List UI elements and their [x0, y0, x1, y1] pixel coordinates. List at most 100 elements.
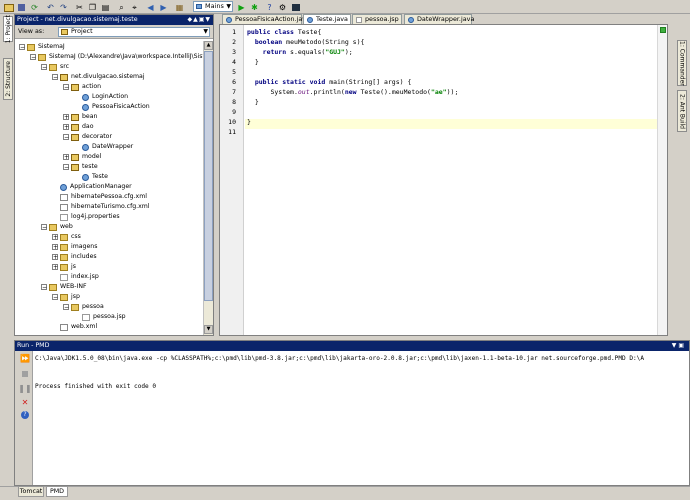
leaf-spacer: [52, 274, 58, 280]
tab-datewrapper[interactable]: DateWrapper.java: [404, 14, 474, 24]
expand-icon[interactable]: +: [63, 154, 69, 161]
tab-pessoa-jsp[interactable]: pessoa.jsp: [352, 14, 402, 24]
scroll-thumb[interactable]: [204, 51, 213, 301]
forward-icon[interactable]: ▶: [158, 2, 169, 13]
vtab-commander[interactable]: 1: Commander: [677, 40, 687, 86]
vtab-structure[interactable]: 2: Structure: [3, 58, 13, 100]
collapse-icon[interactable]: −: [41, 284, 47, 291]
tree-item[interactable]: − teste: [63, 162, 98, 172]
expand-icon[interactable]: +: [52, 234, 58, 241]
settings-icon[interactable]: ⚙: [277, 2, 288, 13]
tree-item[interactable]: − src: [41, 62, 69, 72]
collapse-icon[interactable]: −: [63, 84, 69, 91]
tree-item[interactable]: − WEB-INF: [41, 282, 87, 292]
tree-item[interactable]: − net.divulgacao.sistemaj: [52, 72, 145, 82]
tree-item[interactable]: log4j.properties: [52, 212, 120, 222]
collapse-icon[interactable]: −: [41, 224, 47, 231]
run-icon[interactable]: ▶: [236, 2, 247, 13]
tree-item[interactable]: hibernateTurismo.cfg.xml: [52, 202, 150, 212]
view-as-label: View as:: [18, 28, 45, 35]
project-panel-title: Project - net.divulgacao.sistemaj.teste: [17, 16, 138, 23]
collapse-icon[interactable]: −: [63, 164, 69, 171]
scroll-down-icon[interactable]: ▼: [204, 325, 213, 334]
tree-item[interactable]: DateWrapper: [74, 142, 133, 152]
console-output[interactable]: C:\Java\JDK1.5.0_08\bin\java.exe -cp %CL…: [34, 351, 689, 485]
line-number: 1: [232, 28, 236, 36]
tab-pessoafisicaaction[interactable]: PessoaFisicaAction.java: [222, 14, 310, 24]
back-icon[interactable]: ◀: [145, 2, 156, 13]
tree-item[interactable]: ApplicationManager: [52, 182, 132, 192]
pause-icon[interactable]: ❚❚: [18, 383, 31, 393]
tree-item[interactable]: + includes: [52, 252, 97, 262]
tree-item[interactable]: − decorator: [63, 132, 112, 142]
cut-icon[interactable]: ✂: [74, 2, 85, 13]
open-icon[interactable]: [3, 2, 14, 13]
tree-item[interactable]: + imagens: [52, 242, 97, 252]
tree-item[interactable]: − jsp: [52, 292, 80, 302]
tree-item[interactable]: + js: [52, 262, 76, 272]
tree-item[interactable]: − pessoa: [63, 302, 104, 312]
error-stripe: [657, 25, 667, 335]
collapse-icon[interactable]: −: [19, 44, 25, 51]
expand-icon[interactable]: +: [52, 264, 58, 271]
vtab-ant-build[interactable]: 2: Ant Build: [677, 90, 687, 132]
expand-icon[interactable]: +: [52, 244, 58, 251]
save-icon[interactable]: [16, 2, 27, 13]
scroll-up-icon[interactable]: ▲: [204, 41, 213, 50]
collapse-icon[interactable]: −: [52, 294, 58, 301]
tree-item-label: js: [71, 263, 76, 270]
tree-item[interactable]: web.xml: [52, 322, 97, 332]
refresh-icon[interactable]: ⟳: [29, 2, 40, 13]
redo-icon[interactable]: ↷: [58, 2, 69, 13]
tab-teste[interactable]: Teste.java: [303, 14, 351, 24]
chevron-down-icon: ▼: [226, 3, 231, 10]
view-as-select[interactable]: Project ▼: [58, 27, 210, 37]
copy-icon[interactable]: ❐: [87, 2, 98, 13]
collapse-icon[interactable]: −: [52, 74, 58, 81]
tree-item[interactable]: LoginAction: [74, 92, 128, 102]
code-editor[interactable]: 1 2 3 4 5 6 7 8 9 10 11 public class Teste{ boolea…: [219, 24, 668, 336]
make-icon[interactable]: ▦: [174, 2, 185, 13]
run-config-select[interactable]: Mains ▼: [193, 1, 233, 12]
find-icon[interactable]: ⌕: [116, 2, 127, 13]
line-number: 4: [232, 58, 236, 66]
debug-icon[interactable]: ✱: [249, 2, 260, 13]
tree-item[interactable]: − SistemaJ (D:\Alexandre\Java\workspace.I…: [30, 52, 203, 62]
collapse-icon[interactable]: −: [41, 64, 47, 71]
undo-icon[interactable]: ↶: [45, 2, 56, 13]
expand-icon[interactable]: +: [63, 114, 69, 121]
rerun-icon[interactable]: ⏩: [20, 353, 30, 363]
tree-item[interactable]: + dao: [63, 122, 94, 132]
stop-icon[interactable]: [20, 369, 30, 379]
replace-icon[interactable]: ⌖: [129, 2, 140, 13]
tree-item[interactable]: + model: [63, 152, 101, 162]
leaf-spacer: [74, 104, 80, 110]
help-icon[interactable]: ?: [20, 410, 30, 420]
tree-item[interactable]: − SistemaJ: [19, 42, 65, 52]
bottom-tab-tomcat[interactable]: Tomcat: [18, 486, 44, 497]
folder-icon: [60, 263, 68, 271]
tree-item[interactable]: Teste: [74, 172, 108, 182]
paste-icon[interactable]: ▤: [100, 2, 111, 13]
bottom-tab-pmd[interactable]: PMD: [46, 486, 68, 497]
module-icon: [27, 43, 35, 51]
expand-icon[interactable]: +: [52, 254, 58, 261]
close-icon[interactable]: ✕: [20, 397, 30, 407]
collapse-icon[interactable]: −: [63, 134, 69, 141]
tree-item[interactable]: hibernatePessoa.cfg.xml: [52, 192, 147, 202]
tree-item[interactable]: pessoa.jsp: [74, 312, 126, 322]
tree-item[interactable]: index.jsp: [52, 272, 99, 282]
collapse-icon[interactable]: −: [30, 54, 36, 61]
console-icon[interactable]: [290, 2, 301, 13]
tree-item[interactable]: − web: [41, 222, 73, 232]
tree-item[interactable]: PessoaFisicaAction: [74, 102, 150, 112]
vtab-project[interactable]: 1: Project: [3, 15, 13, 43]
help-icon[interactable]: ?: [264, 2, 275, 13]
tree-item[interactable]: + css: [52, 232, 81, 242]
expand-icon[interactable]: +: [63, 124, 69, 131]
tree-item[interactable]: − action: [63, 82, 101, 92]
code-area[interactable]: public class Teste{ boolean meuMetodo(St…: [247, 27, 657, 327]
tree-scrollbar[interactable]: ▲ ▼: [203, 41, 213, 335]
tree-item[interactable]: + bean: [63, 112, 97, 122]
collapse-icon[interactable]: −: [63, 304, 69, 311]
